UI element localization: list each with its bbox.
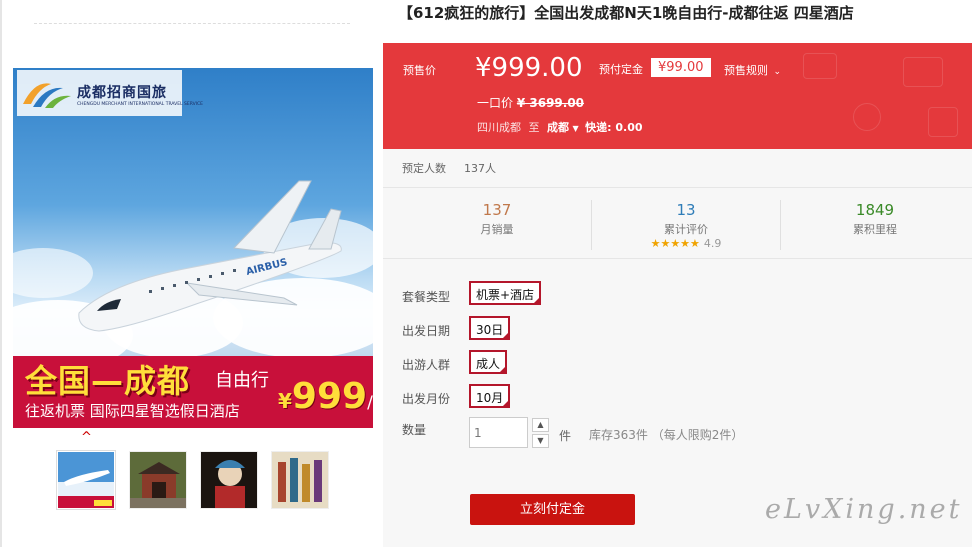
thumbnail-puppets[interactable] [271,451,329,509]
page-edge [0,0,2,547]
decor-frame [853,103,881,131]
stat-reviews[interactable]: 13 累计评价 ★★★★★ 4.9 [591,188,781,260]
points-value: 1849 [855,201,895,219]
route-destination-select[interactable]: 成都 ▼ [547,121,582,134]
departure-month-option[interactable]: 10月 [469,384,511,408]
route-info: 四川成都 至 成都 ▼ 快递: 0.00 [477,119,643,135]
promo-title: 全国—成都 [25,362,191,400]
promo-price-unit: /人 [367,393,373,413]
departure-month-label: 出发月份 [402,392,451,406]
agency-logo: 成都招商国旅 CHENGDU MERCHANT INTERNATIONAL TR… [17,70,203,116]
decor-frame [928,107,958,137]
promo-subtitle: 往返机票 国际四星智选假日酒店 [25,402,240,420]
package-type-option[interactable]: 机票+酒店 [469,281,542,305]
chevron-down-icon: ▼ [572,124,579,133]
logo-name: 成都招商国旅 [77,85,167,101]
presale-label: 预售价 [403,64,436,77]
presale-price: ¥999.00 [475,53,583,83]
quantity-decrease-button[interactable]: ▼ [532,434,549,448]
booked-value: 137人 [464,162,496,175]
thumbnail-opera[interactable] [200,451,258,509]
thumbnail-caret-icon: ^ [81,430,92,445]
one-price: 一口价 ¥ 3699.00 [477,94,584,111]
reviews-label: 累计评价 [664,223,708,236]
presale-rules-label: 预售规则 [724,64,768,77]
thumbnail-temple[interactable] [129,451,187,509]
promo-currency: ¥ [278,389,292,413]
thumbnail-airplane-image [58,452,114,508]
stats-bar: 137 月销量 13 累计评价 ★★★★★ 4.9 1849 累积里程 [383,187,972,259]
package-type-label: 套餐类型 [402,290,451,304]
route-from: 四川成都 [477,121,521,134]
product-title: 【612疯狂的旅行】全国出发成都N天1晚自由行-成都往返 四星酒店 [398,4,854,22]
decor-frame [803,53,837,79]
reviews-value: 13 [676,201,696,219]
thumbnail-puppets-image [272,452,328,508]
product-page: 成都招商国旅 CHENGDU MERCHANT INTERNATIONAL TR… [0,0,972,547]
bird-logo-icon [23,83,71,108]
departure-date-label: 出发日期 [402,324,451,338]
main-product-image[interactable]: 成都招商国旅 CHENGDU MERCHANT INTERNATIONAL TR… [13,68,373,428]
price-box: 预售价 ¥999.00 预付定金 ¥99.00 预售规则 ⌄ 一口价 ¥ 369… [383,43,972,149]
decor-frame [903,57,943,87]
airplane-illustration: AIRBUS [78,180,342,332]
top-divider [34,23,350,24]
star-icons: ★★★★★ [650,237,700,250]
points-label: 累积里程 [853,223,897,236]
deposit-label: 预付定金 [599,63,643,76]
quantity-increase-button[interactable]: ▲ [532,418,549,432]
shipping-fee: 快递: 0.00 [585,121,643,134]
pay-deposit-button[interactable]: 立刻付定金 [470,494,635,525]
quantity-input[interactable]: 1 [469,417,528,448]
chevron-down-icon: ▼ [537,436,544,445]
route-to-label: 至 [528,121,540,134]
promo-price-value: 999 [291,376,368,417]
logo-subtitle: CHENGDU MERCHANT INTERNATIONAL TRAVEL SE… [77,102,204,107]
traveler-group-option[interactable]: 成人 [469,350,508,374]
promo-banner: 全国—成都 自由行 往返机票 国际四星智选假日酒店 ¥999/人 [13,356,373,428]
monthly-sales-label: 月销量 [480,223,514,236]
monthly-sales-value: 137 [482,201,512,219]
rating-score: 4.9 [703,237,722,250]
chevron-up-icon: ▲ [537,420,544,429]
thumbnail-opera-image [201,452,257,508]
thumbnail-temple-image [130,452,186,508]
purchase-panel: 预售价 ¥999.00 预付定金 ¥99.00 预售规则 ⌄ 一口价 ¥ 369… [383,43,972,547]
departure-date-option[interactable]: 30日 [469,316,511,340]
site-watermark: eLvXing.net [765,494,963,525]
deposit-value: ¥99.00 [651,58,711,77]
thumbnail-airplane[interactable] [56,450,116,510]
promo-free-travel: 自由行 [215,370,269,391]
one-price-label: 一口价 [477,96,514,110]
presale-rules-link[interactable]: 预售规则 ⌄ [724,62,781,78]
traveler-group-label: 出游人群 [402,358,451,372]
rating-stars: ★★★★★ 4.9 [591,237,781,250]
stat-points: 1849 累积里程 [780,188,970,260]
stock-info: 库存363件 （每人限购2件） [589,428,744,442]
chevron-down-icon: ⌄ [773,67,782,77]
quantity-unit: 件 [559,429,572,443]
booked-count: 预定人数 137人 [402,160,496,176]
booked-label: 预定人数 [402,162,446,175]
route-destination: 成都 [547,121,569,134]
promo-price: ¥999/人 [278,376,373,417]
stat-monthly-sales: 137 月销量 [402,188,592,260]
one-price-value: ¥ 3699.00 [516,96,585,110]
quantity-label: 数量 [402,423,427,437]
